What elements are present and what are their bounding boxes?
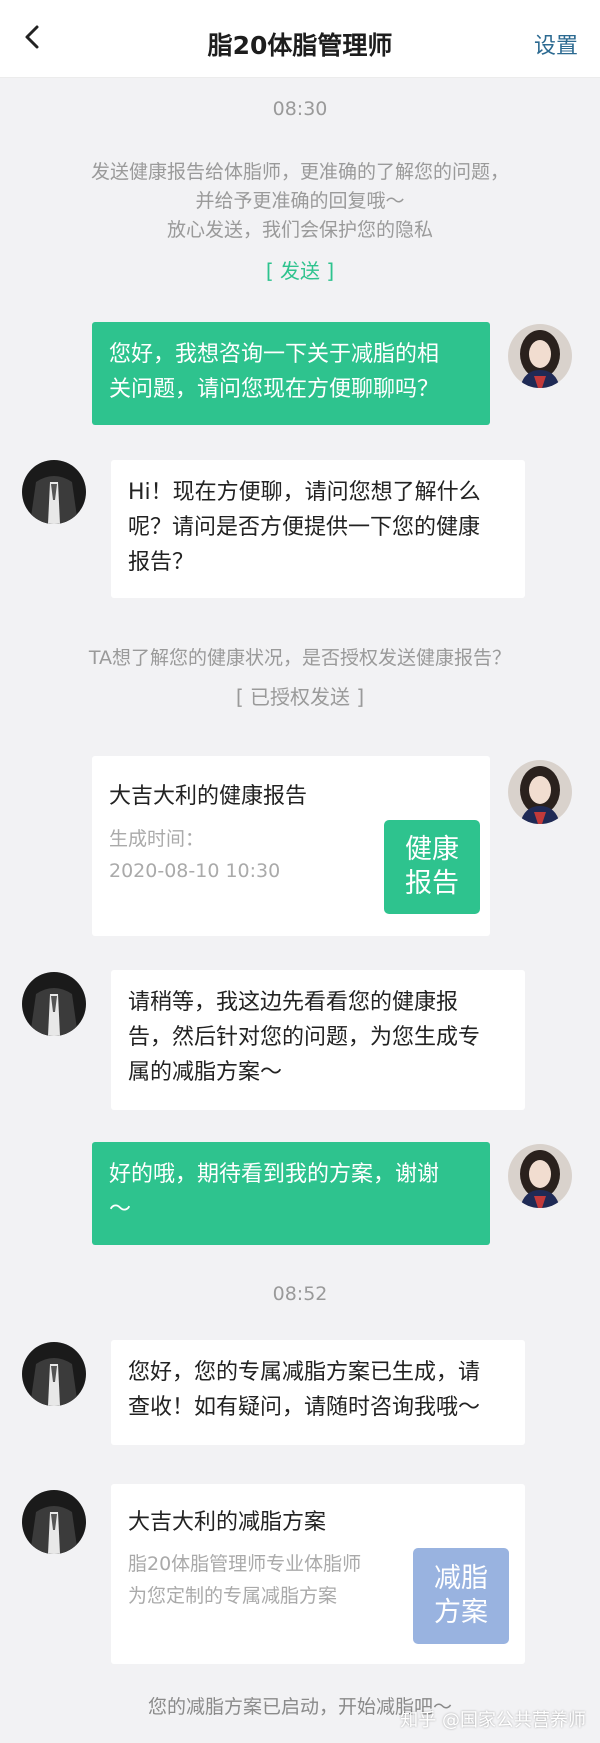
page-title: 脂20体脂管理师 bbox=[207, 31, 393, 60]
plan-card-desc: 为您定制的专属减脂方案 bbox=[128, 1585, 338, 1607]
message-line: 查收！如有疑问，请随时咨询我哦～ bbox=[128, 1395, 481, 1420]
send-notice-line: 放心发送，我们会保护您的隐私 bbox=[166, 219, 433, 241]
message-line: 呢？请问是否方便提供一下您的健康 bbox=[128, 515, 481, 540]
message-line: 关问题，请问您现在方便聊聊吗？ bbox=[109, 377, 440, 402]
watermark: 知乎 @国家公共营养师 bbox=[400, 1710, 586, 1731]
button-label: 减脂 bbox=[434, 1563, 488, 1594]
message-line: 好的哦，期待看到我的方案，谢谢 bbox=[109, 1162, 440, 1187]
chat-bubble-user: 好的哦，期待看到我的方案，谢谢 ～ bbox=[92, 1142, 490, 1245]
message-line: 属的减脂方案～ bbox=[128, 1060, 283, 1085]
send-notice: 发送健康报告给体脂师，更准确的了解您的问题， 并给予更准确的回复哦～ 放心发送，… bbox=[0, 158, 600, 245]
plan-card-desc: 脂20体脂管理师专业体脂师 bbox=[128, 1553, 362, 1575]
send-report-link[interactable]: [ 发送 ] bbox=[0, 258, 600, 284]
advisor-avatar[interactable] bbox=[22, 1490, 86, 1554]
send-notice-line: 并给予更准确的回复哦～ bbox=[195, 190, 405, 212]
user-avatar[interactable] bbox=[508, 1144, 572, 1208]
chat-bubble-user: 您好，我想咨询一下关于减脂的相 关问题，请问您现在方便聊聊吗？ bbox=[92, 322, 490, 425]
advisor-avatar[interactable] bbox=[22, 1342, 86, 1406]
user-avatar[interactable] bbox=[508, 760, 572, 824]
fat-loss-plan-card[interactable]: 大吉大利的减脂方案 脂20体脂管理师专业体脂师 为您定制的专属减脂方案 减脂 方… bbox=[111, 1484, 525, 1664]
health-report-button[interactable]: 健康 报告 bbox=[384, 820, 480, 914]
message-line: 请稍等，我这边先看看您的健康报 bbox=[128, 990, 459, 1015]
message-line: 报告？ bbox=[128, 550, 195, 575]
button-label: 报告 bbox=[405, 868, 459, 899]
nav-bar: 脂20体脂管理师 设置 bbox=[0, 0, 600, 78]
chat-bubble-advisor: 请稍等，我这边先看看您的健康报 告，然后针对您的问题，为您生成专 属的减脂方案～ bbox=[111, 970, 525, 1110]
settings-button[interactable]: 设置 bbox=[534, 28, 578, 60]
advisor-avatar[interactable] bbox=[22, 460, 86, 524]
message-line: Hi！现在方便聊，请问您想了解什么 bbox=[128, 480, 481, 505]
plan-card-title: 大吉大利的减脂方案 bbox=[128, 1510, 327, 1535]
message-line: 您好，我想咨询一下关于减脂的相 bbox=[109, 342, 440, 367]
health-report-card[interactable]: 大吉大利的健康报告 生成时间： 2020-08-10 10:30 健康 报告 bbox=[92, 756, 490, 936]
button-label: 方案 bbox=[434, 1597, 488, 1628]
authorized-status: [ 已授权发送 ] bbox=[235, 685, 365, 709]
user-avatar[interactable] bbox=[508, 324, 572, 388]
timestamp: 08:52 bbox=[272, 1283, 328, 1305]
report-time-label: 生成时间： bbox=[109, 828, 205, 850]
advisor-avatar[interactable] bbox=[22, 972, 86, 1036]
button-label: 健康 bbox=[405, 834, 459, 865]
report-time-value: 2020-08-10 10:30 bbox=[109, 860, 281, 882]
message-line: 您好，您的专属减脂方案已生成，请 bbox=[128, 1360, 481, 1385]
report-card-title: 大吉大利的健康报告 bbox=[109, 784, 308, 809]
send-notice-line: 发送健康报告给体脂师，更准确的了解您的问题， bbox=[90, 161, 509, 183]
fat-loss-plan-button[interactable]: 减脂 方案 bbox=[413, 1548, 509, 1644]
auth-notice: TA想了解您的健康状况，是否授权发送健康报告？ bbox=[88, 647, 512, 669]
chat-bubble-advisor: Hi！现在方便聊，请问您想了解什么 呢？请问是否方便提供一下您的健康 报告？ bbox=[111, 460, 525, 598]
chat-bubble-advisor: 您好，您的专属减脂方案已生成，请 查收！如有疑问，请随时咨询我哦～ bbox=[111, 1340, 525, 1445]
message-line: 告，然后针对您的问题，为您生成专 bbox=[128, 1025, 481, 1050]
timestamp: 08:30 bbox=[272, 98, 328, 120]
message-line: ～ bbox=[109, 1197, 132, 1222]
